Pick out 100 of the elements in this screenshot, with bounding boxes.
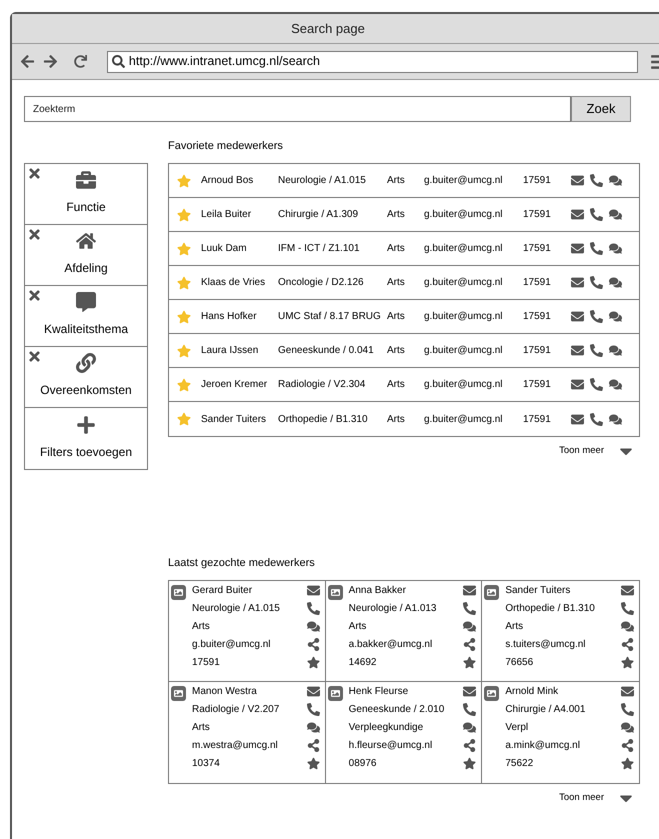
- department-text: Geneeskunde / 0.041: [278, 344, 375, 358]
- star-icon[interactable]: [463, 757, 476, 770]
- envelope-icon[interactable]: [571, 412, 584, 426]
- phone-icon[interactable]: [621, 703, 634, 716]
- envelope-icon[interactable]: [306, 685, 320, 698]
- department-text: Chirurgie / A4.001: [505, 703, 586, 716]
- department-text: Neurologie / A1.015: [278, 174, 367, 188]
- close-icon[interactable]: [27, 349, 42, 364]
- phone-icon[interactable]: [590, 276, 603, 289]
- department-text: Orthopedie / B1.310: [278, 412, 369, 426]
- envelope-icon[interactable]: [463, 584, 476, 597]
- phone-icon[interactable]: [463, 703, 476, 716]
- phone-icon[interactable]: [590, 242, 603, 255]
- star-icon[interactable]: [177, 310, 191, 324]
- star-icon[interactable]: [177, 276, 191, 290]
- star-icon[interactable]: [621, 757, 634, 770]
- name-text: Arnold Mink: [505, 685, 560, 698]
- phone-icon[interactable]: [621, 602, 634, 615]
- search-field[interactable]: Zoekterm: [24, 96, 571, 122]
- chat-icon[interactable]: [621, 721, 634, 734]
- close-icon[interactable]: [27, 227, 42, 242]
- share-icon[interactable]: [463, 739, 476, 752]
- name-text: Anna Bakker: [348, 584, 407, 597]
- envelope-icon[interactable]: [571, 208, 584, 221]
- share-icon[interactable]: [306, 638, 320, 651]
- phone-icon[interactable]: [463, 602, 476, 615]
- name-text: Laura IJssen: [201, 344, 260, 358]
- phone-icon[interactable]: [590, 412, 603, 426]
- filter-tile[interactable]: Functie: [25, 164, 147, 225]
- envelope-icon[interactable]: [306, 584, 320, 597]
- role-text: Verpleegkundige: [348, 721, 424, 734]
- filter-tile[interactable]: Overeenkomsten: [25, 347, 147, 408]
- phone-icon[interactable]: [590, 208, 603, 221]
- share-icon[interactable]: [463, 638, 476, 651]
- chat-icon[interactable]: [609, 310, 622, 323]
- star-icon[interactable]: [306, 656, 320, 669]
- chat-icon[interactable]: [609, 378, 622, 391]
- star-icon[interactable]: [621, 656, 634, 669]
- close-icon[interactable]: [27, 166, 42, 181]
- envelope-icon[interactable]: [621, 685, 634, 698]
- star-icon[interactable]: [177, 412, 191, 426]
- star-icon[interactable]: [177, 242, 191, 256]
- phone-icon[interactable]: [590, 310, 603, 323]
- name-text: Leila Buiter: [201, 208, 252, 222]
- phone-text: 08976: [348, 757, 378, 770]
- reload-icon[interactable]: [74, 55, 87, 68]
- share-icon[interactable]: [621, 739, 634, 752]
- star-icon[interactable]: [463, 656, 476, 669]
- envelope-icon[interactable]: [571, 174, 584, 187]
- chat-icon[interactable]: [609, 412, 622, 426]
- envelope-icon[interactable]: [463, 685, 476, 698]
- phone-icon[interactable]: [306, 703, 320, 716]
- envelope-icon[interactable]: [571, 276, 584, 289]
- envelope-icon[interactable]: [571, 344, 584, 357]
- filter-label: Afdeling: [64, 260, 108, 277]
- filter-tile[interactable]: Filters toevoegen: [25, 408, 147, 469]
- close-icon[interactable]: [27, 288, 42, 303]
- star-icon[interactable]: [177, 344, 191, 358]
- phone-icon[interactable]: [590, 174, 603, 187]
- star-icon[interactable]: [306, 757, 320, 770]
- chat-icon[interactable]: [306, 620, 320, 633]
- chat-icon[interactable]: [609, 276, 622, 289]
- star-icon[interactable]: [177, 174, 191, 188]
- link-icon: [76, 353, 96, 373]
- email-text: a.mink@umcg.nl: [505, 739, 581, 752]
- email-text: g.buiter@umcg.nl: [424, 174, 504, 188]
- chat-icon[interactable]: [609, 344, 622, 357]
- forward-icon[interactable]: [42, 54, 58, 69]
- chat-icon[interactable]: [609, 208, 622, 221]
- address-field[interactable]: http://www.intranet.umcg.nl/search: [106, 50, 638, 72]
- envelope-icon[interactable]: [571, 310, 584, 323]
- name-text: Manon Westra: [192, 685, 258, 698]
- phone-icon[interactable]: [306, 602, 320, 615]
- chat-icon[interactable]: [463, 620, 476, 633]
- search-button[interactable]: Zoek: [571, 96, 631, 122]
- email-text: g.buiter@umcg.nl: [424, 310, 504, 324]
- star-icon[interactable]: [177, 378, 191, 392]
- envelope-icon[interactable]: [621, 584, 634, 597]
- chat-icon[interactable]: [306, 721, 320, 734]
- filter-tile[interactable]: Afdeling: [25, 225, 147, 286]
- envelope-icon[interactable]: [571, 242, 584, 255]
- back-icon[interactable]: [20, 54, 35, 69]
- chat-icon[interactable]: [463, 721, 476, 734]
- phone-icon[interactable]: [590, 344, 603, 357]
- filter-tile[interactable]: Kwaliteitsthema: [25, 286, 147, 347]
- phone-icon[interactable]: [590, 378, 603, 391]
- name-text: Henk Fleurse: [348, 685, 410, 698]
- share-icon[interactable]: [621, 638, 634, 651]
- chat-icon[interactable]: [609, 242, 622, 255]
- chat-icon[interactable]: [621, 620, 634, 633]
- share-icon[interactable]: [306, 739, 320, 752]
- image-icon: [171, 686, 186, 701]
- role-text: Arts: [387, 208, 406, 222]
- star-icon[interactable]: [177, 208, 191, 222]
- section-title: Laatst gezochte medewerkers: [168, 556, 316, 571]
- email-text: g.buiter@umcg.nl: [424, 276, 504, 290]
- envelope-icon[interactable]: [571, 378, 584, 391]
- chat-icon[interactable]: [609, 174, 622, 187]
- department-text: Radiologie / V2.207: [192, 703, 280, 716]
- name-text: Sander Tuiters: [505, 584, 572, 597]
